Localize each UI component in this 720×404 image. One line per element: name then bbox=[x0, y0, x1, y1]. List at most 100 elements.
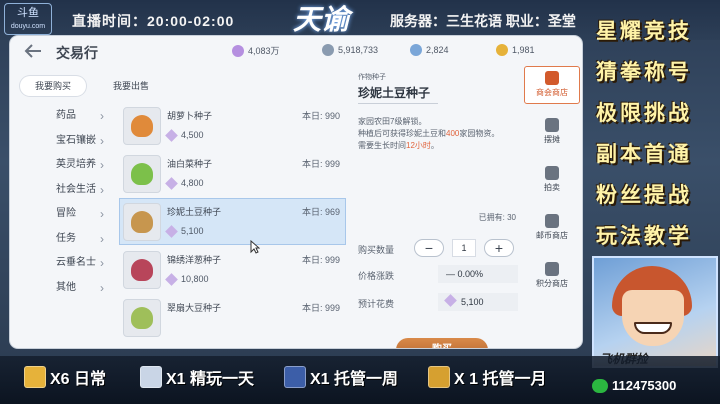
item-stock: 本日: 999 bbox=[301, 303, 340, 313]
decrease-button[interactable]: − bbox=[414, 239, 444, 257]
item-price: 10,800 bbox=[165, 272, 209, 286]
nav-stall[interactable]: 摆摊 bbox=[524, 114, 580, 152]
price-change-row: 价格涨跌 — 0.00% bbox=[358, 264, 518, 284]
increase-button[interactable]: + bbox=[484, 239, 514, 257]
category-item[interactable]: 英灵培养 bbox=[18, 153, 118, 178]
item-name: 翠扇大豆种子 bbox=[167, 303, 222, 313]
category-item[interactable]: 宝石镶嵌 bbox=[18, 129, 118, 154]
trophy-icon bbox=[428, 366, 450, 388]
item-price: 5,100 bbox=[165, 224, 204, 238]
gem-icon bbox=[165, 224, 178, 238]
cabbage-seed-icon bbox=[131, 163, 153, 185]
ticket-label: X6 日常 bbox=[50, 371, 107, 388]
item-thumbnail bbox=[123, 251, 161, 289]
item-thumbnail bbox=[123, 155, 161, 193]
desc-highlight: 12小时 bbox=[406, 141, 431, 150]
broadcast-time: 直播时间：20:00-02:00 bbox=[72, 13, 235, 29]
promo-item: 猜拳称号 bbox=[596, 59, 692, 84]
shop-side-nav: 商会商店 摆摊 拍卖 邮币商店 积分商店 bbox=[524, 66, 580, 348]
trade-header: 交易行 4,083万 5,918,733 2,824 1,981 bbox=[10, 36, 582, 66]
trade-tabs: 我要购买 我要出售 bbox=[20, 76, 164, 96]
currency-gem: 5,918,733 bbox=[322, 44, 378, 56]
platform-logo-url: douyu.com bbox=[10, 23, 46, 30]
category-item[interactable]: 任务 bbox=[18, 227, 118, 252]
list-item[interactable]: 锦绣洋葱种子 10,800 本日: 999 bbox=[119, 246, 346, 293]
trade-window: 交易行 4,083万 5,918,733 2,824 1,981 我要购买 我要… bbox=[10, 36, 582, 348]
coin-icon bbox=[410, 44, 422, 56]
nav-auction[interactable]: 拍卖 bbox=[524, 162, 580, 200]
category-item[interactable]: 其他 bbox=[18, 276, 118, 301]
tab-buy[interactable]: 我要购买 bbox=[20, 76, 86, 96]
tab-sell[interactable]: 我要出售 bbox=[98, 76, 164, 96]
server-info: 服务器：三生花语 职业：圣堂 bbox=[390, 13, 576, 29]
desc-text: 需要生长时间 bbox=[358, 141, 406, 150]
item-stock: 本日: 969 bbox=[301, 207, 340, 217]
item-price: 4,500 bbox=[165, 128, 204, 142]
category-item[interactable]: 冒险 bbox=[18, 202, 118, 227]
category-item[interactable]: 云垂名士 bbox=[18, 251, 118, 276]
item-list: 胡萝卜种子 4,500 本日: 990 油白菜种子 4,800 本日: 999 … bbox=[119, 102, 349, 348]
list-item[interactable]: 油白菜种子 4,800 本日: 999 bbox=[119, 150, 346, 197]
price-change-value: — 0.00% bbox=[438, 265, 518, 283]
onion-seed-icon bbox=[131, 259, 153, 281]
ticket-label: X 1 托管一月 bbox=[454, 371, 547, 388]
quantity-label: 购买数量 bbox=[358, 245, 395, 255]
desc-text: 家园物资。 bbox=[459, 129, 500, 138]
platform-logo-text: 斗鱼 bbox=[17, 7, 39, 19]
list-item[interactable]: 胡萝卜种子 4,500 本日: 990 bbox=[119, 102, 346, 149]
item-thumbnail bbox=[123, 107, 161, 145]
item-thumbnail bbox=[123, 299, 161, 337]
item-type: 作物种子 bbox=[358, 74, 386, 81]
ticket-daily: X6 日常 bbox=[24, 366, 106, 388]
buy-button[interactable]: 购买 bbox=[396, 338, 488, 348]
currency-value: 5,918,733 bbox=[338, 45, 379, 55]
nav-mail-shop[interactable]: 邮币商店 bbox=[524, 210, 580, 248]
desc-highlight: 400 bbox=[446, 129, 460, 138]
currency-crystal: 4,083万 bbox=[232, 44, 280, 57]
points-shop-icon bbox=[545, 262, 559, 276]
category-item[interactable]: 药品 bbox=[18, 104, 118, 129]
cost-label: 预计花费 bbox=[358, 299, 395, 309]
currency-value: 2,824 bbox=[426, 45, 449, 55]
nav-label: 积分商店 bbox=[536, 279, 568, 288]
item-price-value: 10,800 bbox=[181, 274, 209, 284]
ticket-week: X1 托管一周 bbox=[284, 366, 398, 388]
cost-value: 5,100 bbox=[461, 297, 484, 307]
promo-item: 粉丝提战 bbox=[596, 182, 692, 207]
stall-icon bbox=[545, 118, 559, 132]
mail-shop-icon bbox=[545, 214, 559, 228]
cost-value-box: 5,100 bbox=[438, 293, 518, 311]
wechat-id: 112475300 bbox=[612, 378, 677, 393]
item-price: 4,800 bbox=[165, 176, 204, 190]
game-logo: 天谕 bbox=[292, 3, 349, 36]
item-description: 家园农田7级解锁。 种植后可获得珍妮土豆和400家园物资。 需要生长时间12小时… bbox=[358, 116, 516, 152]
desc-text: 。 bbox=[430, 141, 439, 150]
crystal-icon bbox=[232, 44, 244, 57]
nav-label: 摆摊 bbox=[544, 135, 560, 144]
nav-label: 邮币商店 bbox=[536, 231, 568, 240]
price-change-label: 价格涨跌 bbox=[358, 271, 395, 281]
list-item-selected[interactable]: 珍妮土豆种子 5,100 本日: 969 bbox=[119, 198, 346, 245]
desc-text: 种植后可获得珍妮土豆和 bbox=[358, 129, 446, 138]
item-price-value: 5,100 bbox=[181, 226, 204, 236]
wechat-contact: 112475300 bbox=[592, 378, 676, 393]
item-title: 珍妮土豆种子 bbox=[358, 86, 431, 100]
potato-seed-icon bbox=[131, 211, 153, 233]
desc-text: 家园农田7级解锁。 bbox=[358, 117, 427, 126]
gem-icon bbox=[444, 294, 457, 307]
currency-value: 1,981 bbox=[512, 45, 535, 55]
cost-row: 预计花费 5,100 bbox=[358, 292, 518, 312]
quantity-input[interactable]: 1 bbox=[452, 239, 476, 257]
nav-label: 拍卖 bbox=[544, 183, 560, 192]
item-name: 胡萝卜种子 bbox=[167, 111, 213, 121]
promo-item: 星耀竞技 bbox=[596, 18, 692, 43]
scroll-icon bbox=[24, 366, 46, 388]
gem-icon bbox=[165, 176, 178, 190]
category-item[interactable]: 社会生活 bbox=[18, 178, 118, 203]
owned-count: 已拥有: 30 bbox=[478, 213, 516, 222]
nav-chamber-shop[interactable]: 商会商店 bbox=[524, 66, 580, 104]
nav-points-shop[interactable]: 积分商店 bbox=[524, 258, 580, 296]
back-arrow-icon[interactable] bbox=[24, 44, 42, 58]
item-name: 锦绣洋葱种子 bbox=[167, 255, 222, 265]
list-item[interactable]: 翠扇大豆种子 本日: 999 bbox=[119, 294, 346, 341]
